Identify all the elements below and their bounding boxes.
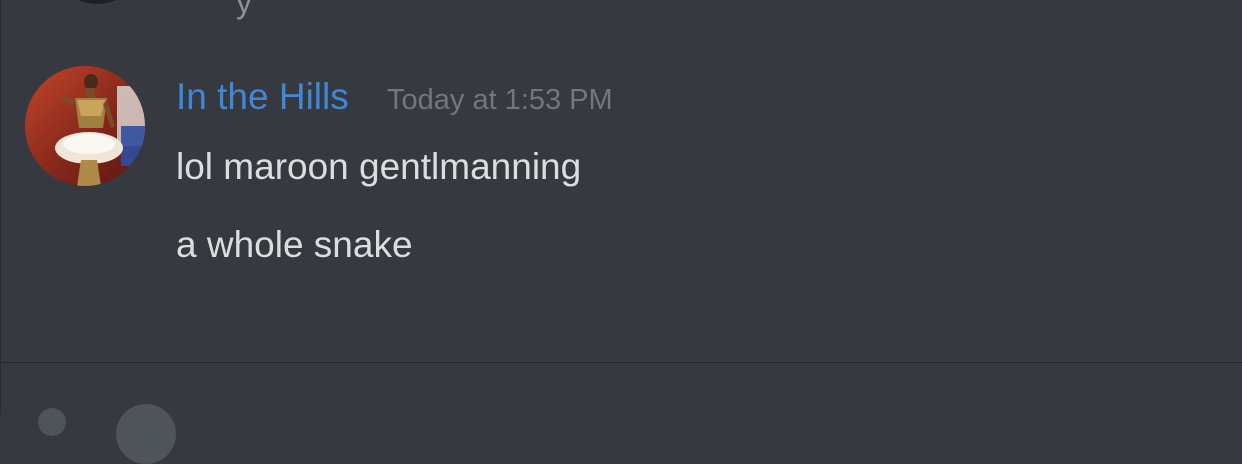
attachment-icon[interactable] [38,408,66,436]
left-border [0,0,1,414]
composer-divider [0,362,1242,363]
message-timestamp: Today at 1:53 PM [387,84,613,116]
user-avatar[interactable] [25,66,145,186]
message-text-line: a whole snake [176,224,413,265]
message-author[interactable]: In the Hills [176,76,349,118]
previous-message-avatar[interactable] [55,0,139,4]
message-text-line: lol maroon gentlmanning [176,146,582,187]
emoji-icon[interactable] [116,404,176,464]
avatar-photo-icon [25,66,145,186]
previous-message-text: y [236,0,252,20]
